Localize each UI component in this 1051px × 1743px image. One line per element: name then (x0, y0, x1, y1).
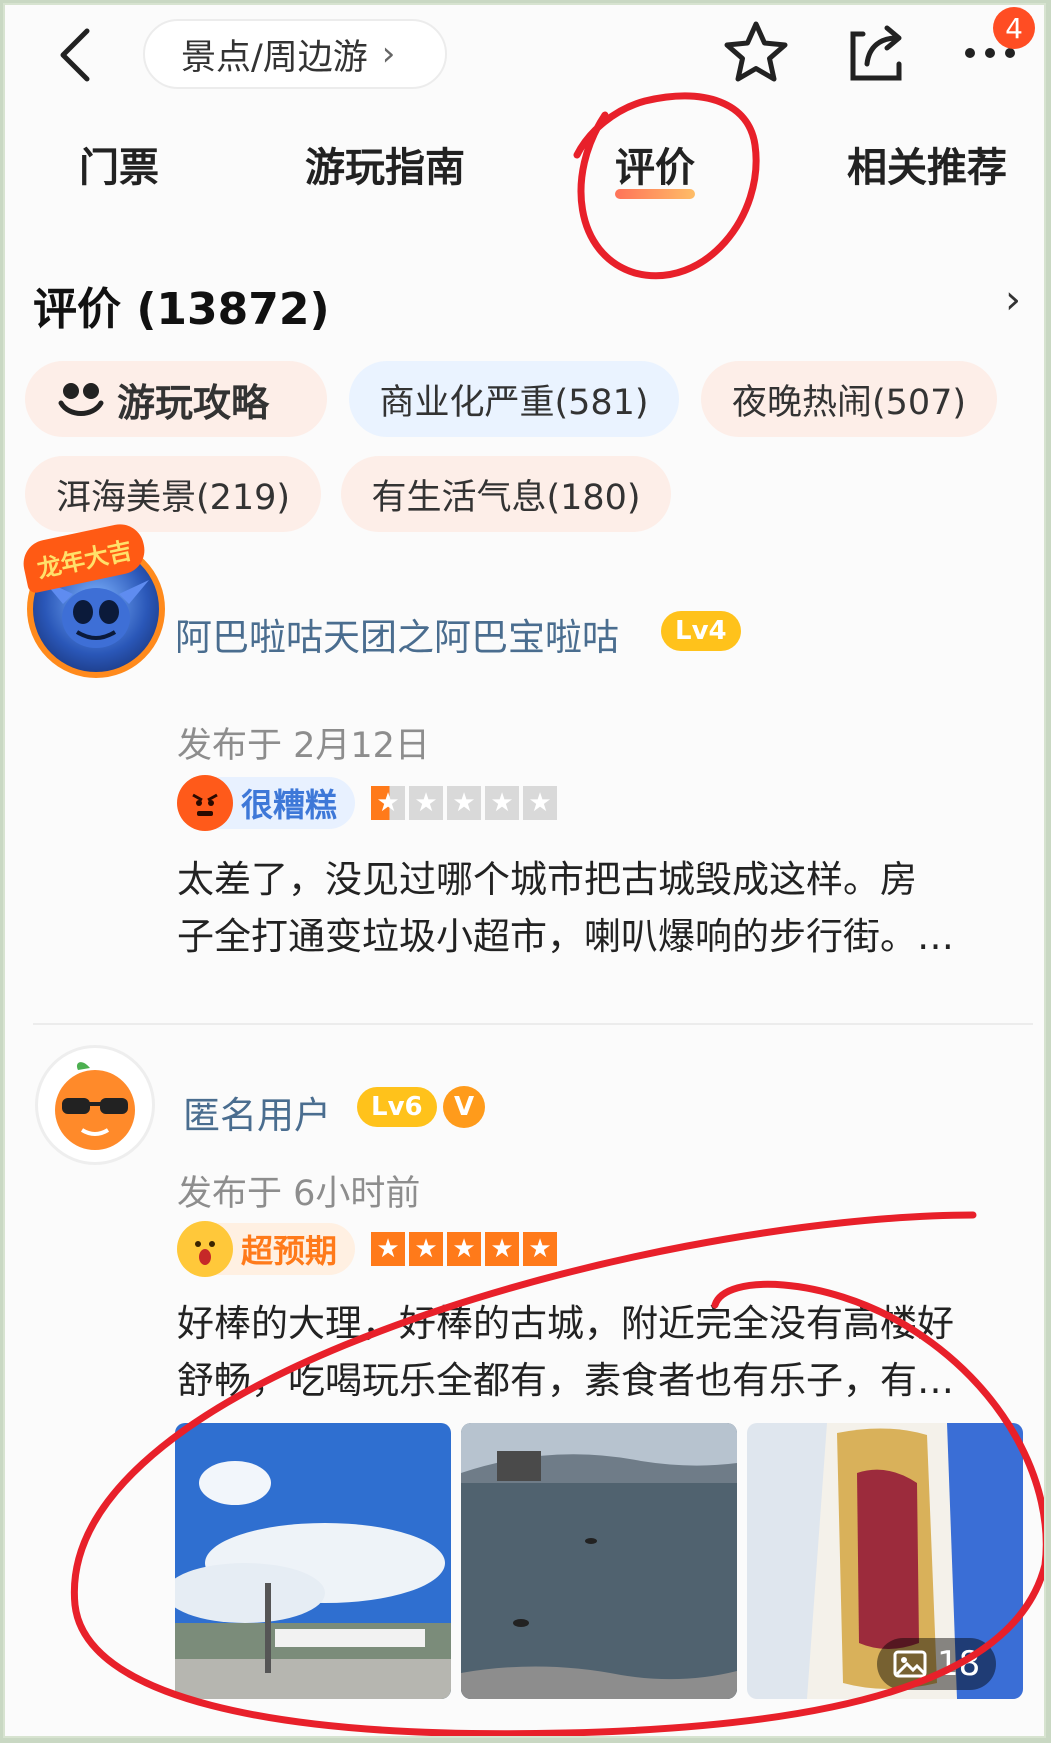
star-icon: ★ (485, 786, 519, 820)
review-date: 发布于 2月12日 (177, 726, 430, 766)
review-photo-sky[interactable] (175, 1423, 451, 1699)
verified-badge: V (443, 1086, 485, 1128)
review-username[interactable]: 阿巴啦咕天团之阿巴宝啦咕 (175, 607, 619, 661)
tag-chip-night[interactable]: 夜晚热闹(507) (701, 361, 997, 437)
tag-chip-erhai[interactable]: 洱海美景(219) (25, 456, 321, 532)
star-icon: ★ (409, 1232, 443, 1266)
star-icon: ★ (371, 1232, 405, 1266)
star-icon: ★ (523, 786, 557, 820)
app-screen: 景点/周边游 › 4 门票 游玩指南 评价 相关推荐 评价 (13872) › … (3, 3, 1046, 1738)
star-rating: ★ ★ ★ ★ ★ (371, 786, 557, 820)
notification-badge: 4 (993, 7, 1035, 49)
share-icon[interactable] (838, 15, 914, 91)
tab-guide[interactable]: 游玩指南 (305, 135, 465, 193)
tab-recommendations[interactable]: 相关推荐 (847, 135, 1007, 193)
tag-chip-lively[interactable]: 有生活气息(180) (341, 456, 671, 532)
location-label: 景点/周边游 (181, 37, 368, 78)
reviews-section-title[interactable]: 评价 (13872) (33, 273, 330, 337)
review-text[interactable]: 好棒的大理，好棒的古城，附近完全没有高楼好 舒畅，吃喝玩乐全都有，素食者也有乐子… (177, 1295, 954, 1409)
smile-icon (55, 377, 107, 421)
location-selector[interactable]: 景点/周边游 › (143, 19, 447, 89)
tag-chip-commercialized[interactable]: 商业化严重(581) (349, 361, 679, 437)
review-date: 发布于 6小时前 (177, 1174, 421, 1214)
star-icon: ★ (371, 786, 405, 820)
review-username[interactable]: 匿名用户 (183, 1085, 331, 1139)
rating-badge: 超预期 (177, 1221, 356, 1277)
star-icon: ★ (409, 786, 443, 820)
favorite-star-icon[interactable] (718, 15, 794, 91)
level-badge: Lv6 (357, 1087, 437, 1127)
divider (33, 1023, 1033, 1025)
review-text[interactable]: 太差了，没见过哪个城市把古城毁成这样。房 子全打通变垃圾小超市，喇叭爆响的步行街… (177, 851, 954, 965)
chevron-right-icon[interactable]: › (1005, 277, 1021, 323)
photo-count-badge[interactable]: 18 (877, 1638, 997, 1690)
image-icon (893, 1650, 927, 1678)
surprised-face-icon (177, 1221, 233, 1277)
avatar[interactable] (35, 1045, 155, 1165)
star-icon: ★ (485, 1232, 519, 1266)
angry-face-icon (177, 775, 233, 831)
review-photo-lake[interactable] (461, 1423, 737, 1699)
star-icon: ★ (447, 1232, 481, 1266)
tag-chip-guide[interactable]: 游玩攻略 (25, 361, 327, 437)
chevron-right-icon: › (381, 34, 396, 74)
active-tab-indicator (615, 189, 695, 199)
back-icon[interactable] (49, 25, 109, 85)
tab-reviews[interactable]: 评价 (615, 135, 695, 199)
star-icon: ★ (523, 1232, 557, 1266)
star-rating: ★ ★ ★ ★ ★ (371, 1232, 557, 1266)
level-badge: Lv4 (661, 611, 741, 651)
star-icon: ★ (447, 786, 481, 820)
tab-tickets[interactable]: 门票 (79, 135, 159, 193)
rating-badge: 很糟糕 (177, 775, 356, 831)
tab-bar: 门票 游玩指南 评价 相关推荐 (5, 135, 1044, 225)
